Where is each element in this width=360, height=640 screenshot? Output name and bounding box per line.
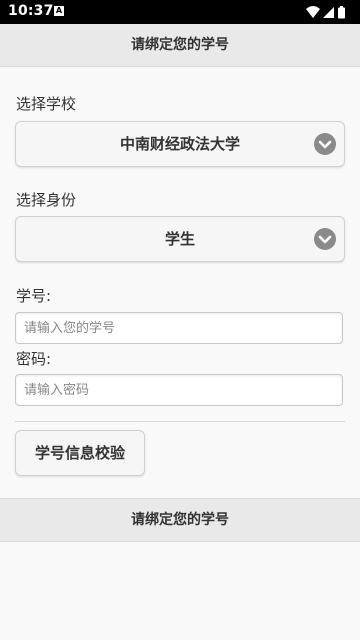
school-select-value: 中南财经政法大学 xyxy=(119,135,240,153)
school-select[interactable]: 中南财经政法大学 xyxy=(15,121,345,167)
cell-signal-icon xyxy=(323,7,334,18)
identity-select-value: 学生 xyxy=(164,230,195,248)
chevron-down-icon xyxy=(314,228,336,250)
bind-form: 选择学校 中南财经政法大学 选择身份 学生 学号: 密码: 学号信息校验 xyxy=(0,67,360,497)
page-title: 请绑定您的学号 xyxy=(131,37,229,53)
footer-title: 请绑定您的学号 xyxy=(131,512,229,528)
page-header: 请绑定您的学号 xyxy=(0,24,360,67)
form-divider xyxy=(15,421,345,422)
battery-icon xyxy=(338,6,345,19)
student-id-label: 学号: xyxy=(16,287,52,305)
page-footer: 请绑定您的学号 xyxy=(0,498,360,542)
identity-select[interactable]: 学生 xyxy=(15,216,345,262)
status-icons xyxy=(306,6,345,19)
status-bar: 10:37 A xyxy=(0,0,360,24)
status-time: 10:37 xyxy=(8,3,54,19)
school-label: 选择学校 xyxy=(16,95,77,113)
password-label: 密码: xyxy=(16,350,52,368)
notification-icon: A xyxy=(54,6,64,16)
chevron-down-icon xyxy=(314,133,336,155)
password-input[interactable] xyxy=(15,374,343,406)
wifi-icon xyxy=(306,6,320,18)
verify-button[interactable]: 学号信息校验 xyxy=(15,430,145,476)
student-id-input[interactable] xyxy=(15,312,343,344)
identity-label: 选择身份 xyxy=(16,191,77,209)
